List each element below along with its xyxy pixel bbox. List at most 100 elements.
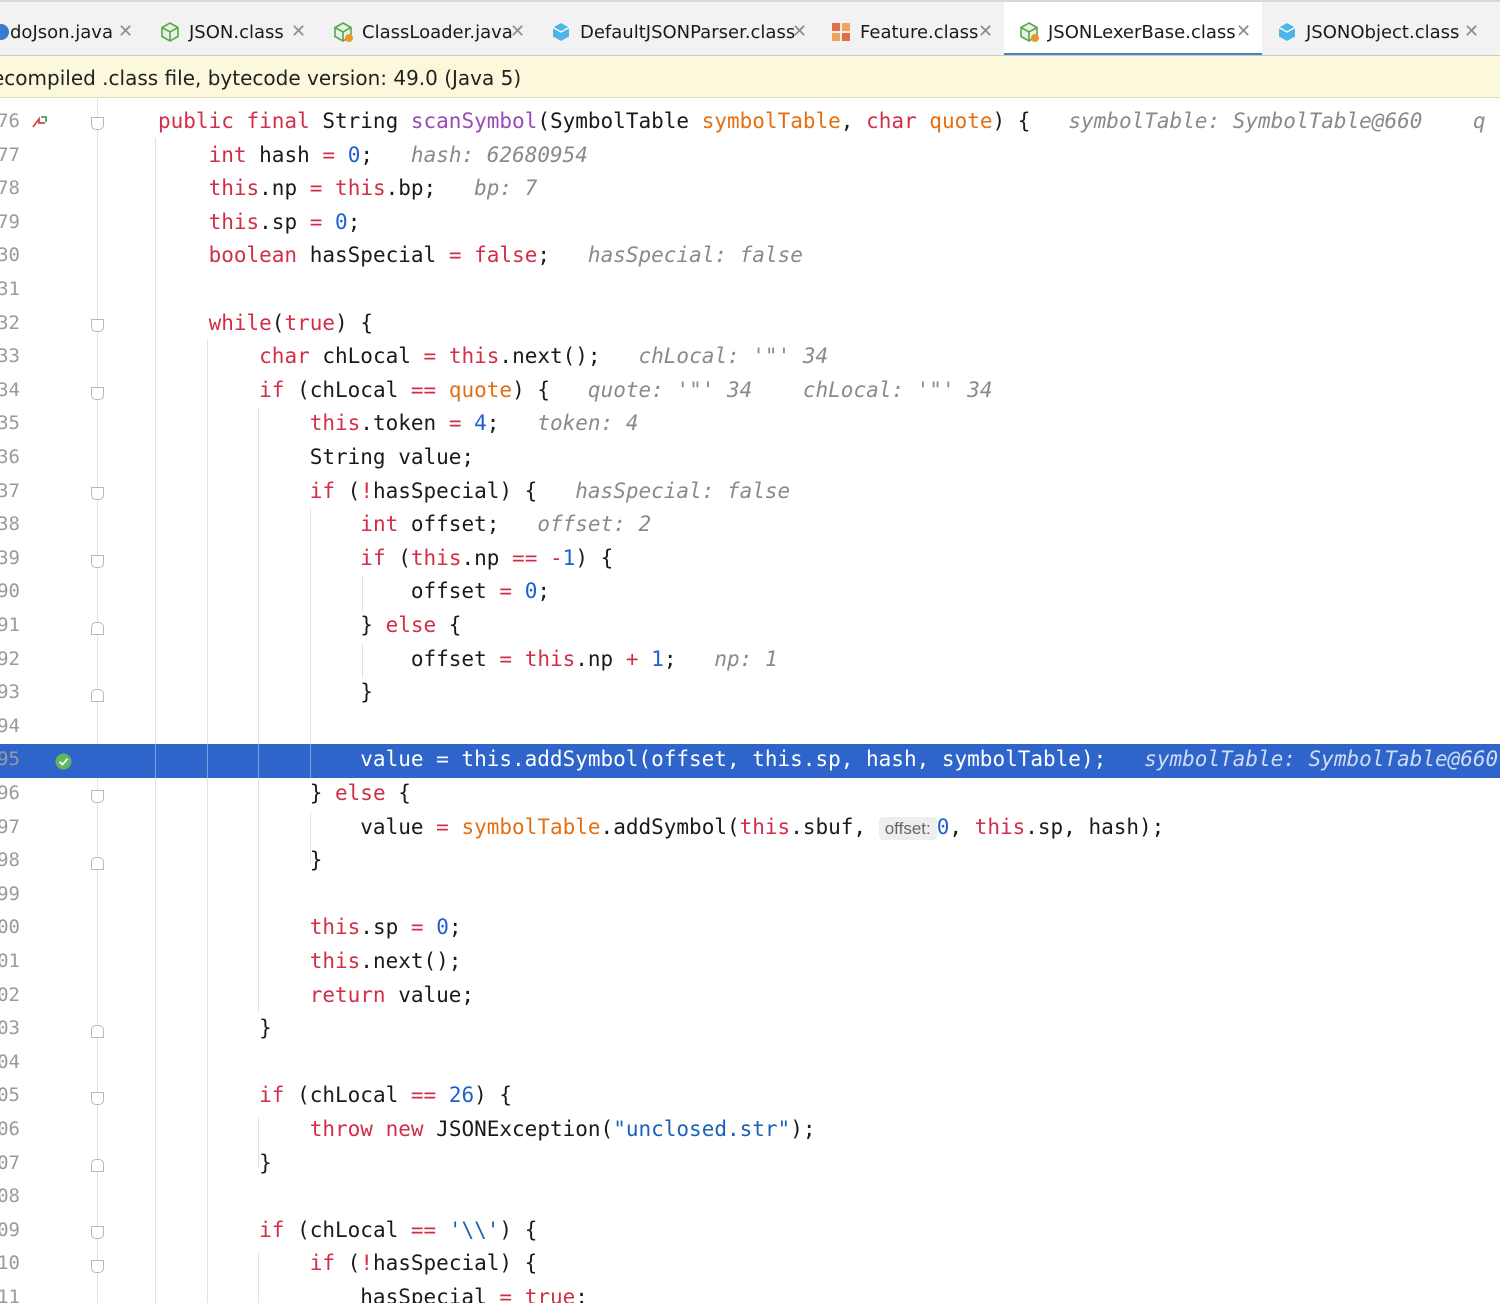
code-line[interactable]: 99 [0, 879, 1500, 913]
code-text: value = symbolTable.addSymbol(this.sbuf,… [158, 814, 1165, 840]
fold-toggle[interactable] [91, 689, 104, 702]
fold-toggle[interactable] [91, 387, 104, 400]
code-text: this.sp = 0; [208, 209, 361, 234]
code-line[interactable]: 94 [0, 711, 1500, 745]
line-number: 77 [0, 143, 20, 166]
close-icon[interactable]: ✕ [792, 21, 807, 42]
line-number: 98 [0, 849, 20, 872]
close-icon[interactable]: ✕ [1236, 21, 1251, 42]
fold-toggle[interactable] [91, 117, 104, 130]
fold-toggle[interactable] [91, 1025, 104, 1038]
tab-defaultjsonparser[interactable]: DefaultJSONParser.class ✕ [540, 2, 816, 55]
debug-hint: chLocal: '"' 34 [802, 377, 993, 402]
close-icon[interactable]: ✕ [1464, 21, 1479, 42]
line-number: 36 [0, 446, 20, 468]
close-icon[interactable]: ✕ [291, 21, 306, 42]
code-line[interactable]: 10 if (!hasSpecial) { [0, 1248, 1500, 1282]
code-line[interactable]: 33 char chLocal = this.next(); chLocal: … [0, 341, 1500, 375]
fold-toggle[interactable] [91, 790, 104, 803]
code-line[interactable]: 79 this.sp = 0; [0, 207, 1500, 241]
interface-file-icon [1278, 23, 1296, 41]
tab-label: ClassLoader.java [362, 22, 513, 43]
override-method-icon[interactable] [30, 113, 50, 133]
tab-feature[interactable]: Feature.class ✕ [818, 2, 1002, 55]
fold-toggle[interactable] [91, 487, 104, 500]
code-text: offset = 0; [158, 579, 550, 604]
line-number: 03 [0, 1017, 20, 1040]
code-line[interactable]: 35 this.token = 4; token: 4 [0, 408, 1500, 442]
code-line[interactable]: 76 public final String scanSymbol(Symbol… [0, 106, 1500, 140]
debug-hint: hash: 62680954 [410, 142, 588, 167]
fold-toggle[interactable] [91, 555, 104, 568]
code-editor[interactable]: 76 public final String scanSymbol(Symbol… [0, 98, 1500, 1303]
code-line[interactable]: 00 this.sp = 0; [0, 912, 1500, 946]
tab-json-class[interactable]: JSON.class ✕ [145, 2, 317, 55]
line-number: 31 [0, 278, 20, 300]
fold-toggle[interactable] [91, 1159, 104, 1172]
enum-file-icon [832, 23, 850, 41]
code-line[interactable]: 31 [0, 274, 1500, 308]
code-line[interactable]: 04 [0, 1047, 1500, 1081]
code-line[interactable]: 11 hasSpecial = true; [0, 1282, 1500, 1303]
code-line[interactable]: 05 if (chLocal == 26) { [0, 1080, 1500, 1114]
fold-toggle[interactable] [91, 1092, 104, 1105]
debug-hint: offset: 2 [537, 512, 652, 537]
line-number: 10 [0, 1252, 20, 1275]
code-text: value = this.addSymbol(offset, this.sp, … [158, 747, 1499, 772]
code-line[interactable]: 34 if (chLocal == quote) { quote: '"' 34… [0, 375, 1500, 409]
code-line[interactable]: 01 this.next(); [0, 946, 1500, 980]
code-text: offset = this.np + 1; np: 1 [158, 646, 778, 671]
tab-classloader[interactable]: ClassLoader.java ✕ [318, 2, 538, 55]
code-line[interactable]: 36 String value; [0, 442, 1500, 476]
close-icon[interactable]: ✕ [978, 21, 993, 42]
code-line[interactable]: 37 if (!hasSpecial) { hasSpecial: false [0, 476, 1500, 510]
code-line[interactable]: 03 } [0, 1013, 1500, 1047]
code-line[interactable]: 09 if (chLocal == '\\') { [0, 1215, 1500, 1249]
code-line[interactable]: 08 [0, 1181, 1500, 1215]
code-text: } else { [158, 613, 462, 637]
close-icon[interactable]: ✕ [118, 21, 133, 42]
tab-dojson[interactable]: doJson.java ✕ [0, 2, 142, 55]
code-line[interactable]: 06 throw new JSONException("unclosed.str… [0, 1114, 1500, 1148]
code-text: throw new JSONException("unclosed.str"); [309, 1117, 816, 1141]
code-text: this.token = 4; token: 4 [309, 411, 639, 436]
debug-hint: np: 1 [714, 646, 778, 671]
close-icon[interactable]: ✕ [510, 21, 525, 42]
code-line[interactable]: 39 if (this.np == -1) { [0, 543, 1500, 577]
code-line[interactable]: 98 } [0, 845, 1500, 879]
line-number: 95 [0, 748, 20, 771]
code-line[interactable]: 93 } [0, 677, 1500, 711]
code-line[interactable]: 77 int hash = 0; hash: 62680954 [0, 140, 1500, 174]
line-number: 01 [0, 950, 20, 972]
code-text: this.next(); [309, 949, 462, 973]
tab-jsonlexerbase[interactable]: JSONLexerBase.class ✕ [1004, 2, 1262, 55]
fold-toggle[interactable] [91, 319, 104, 332]
tab-jsonobject[interactable]: JSONObject.class ✕ [1264, 2, 1500, 55]
current-execution-line[interactable]: 95 value = this.addSymbol(offset, this.s… [0, 744, 1500, 779]
editor-tab-bar: doJson.java ✕ JSON.class ✕ ClassLoader.j… [0, 0, 1500, 56]
code-line[interactable]: 07 } [0, 1148, 1500, 1182]
check-circle-icon[interactable] [55, 753, 72, 770]
code-line[interactable]: 38 int offset; offset: 2 [0, 509, 1500, 543]
fold-toggle[interactable] [91, 1260, 104, 1273]
code-line[interactable]: 97 value = symbolTable.addSymbol(this.sb… [0, 812, 1500, 846]
code-text: if (this.np == -1) { [360, 545, 614, 570]
line-number: 11 [0, 1286, 20, 1303]
code-line[interactable]: 32 while(true) { [0, 308, 1500, 342]
line-number: 02 [0, 983, 20, 1006]
debug-hint: bp: 7 [474, 176, 538, 201]
debug-hint: symbolTable: SymbolTable@660 [1144, 747, 1499, 772]
code-line[interactable]: 91 } else { [0, 610, 1500, 644]
code-text: if (chLocal == quote) { quote: '"' 34 ch… [259, 377, 993, 402]
fold-toggle[interactable] [91, 622, 104, 635]
code-line[interactable]: 96 } else { [0, 778, 1500, 812]
code-line[interactable]: 02 return value; [0, 980, 1500, 1014]
code-text: String value; [158, 445, 475, 469]
code-line[interactable]: 90 offset = 0; [0, 576, 1500, 610]
tab-label: DefaultJSONParser.class [580, 22, 796, 43]
code-line[interactable]: 92 offset = this.np + 1; np: 1 [0, 644, 1500, 678]
code-line[interactable]: 30 boolean hasSpecial = false; hasSpecia… [0, 240, 1500, 274]
code-line[interactable]: 78 this.np = this.bp; bp: 7 [0, 173, 1500, 207]
fold-toggle[interactable] [91, 1226, 104, 1239]
fold-toggle[interactable] [91, 857, 104, 870]
